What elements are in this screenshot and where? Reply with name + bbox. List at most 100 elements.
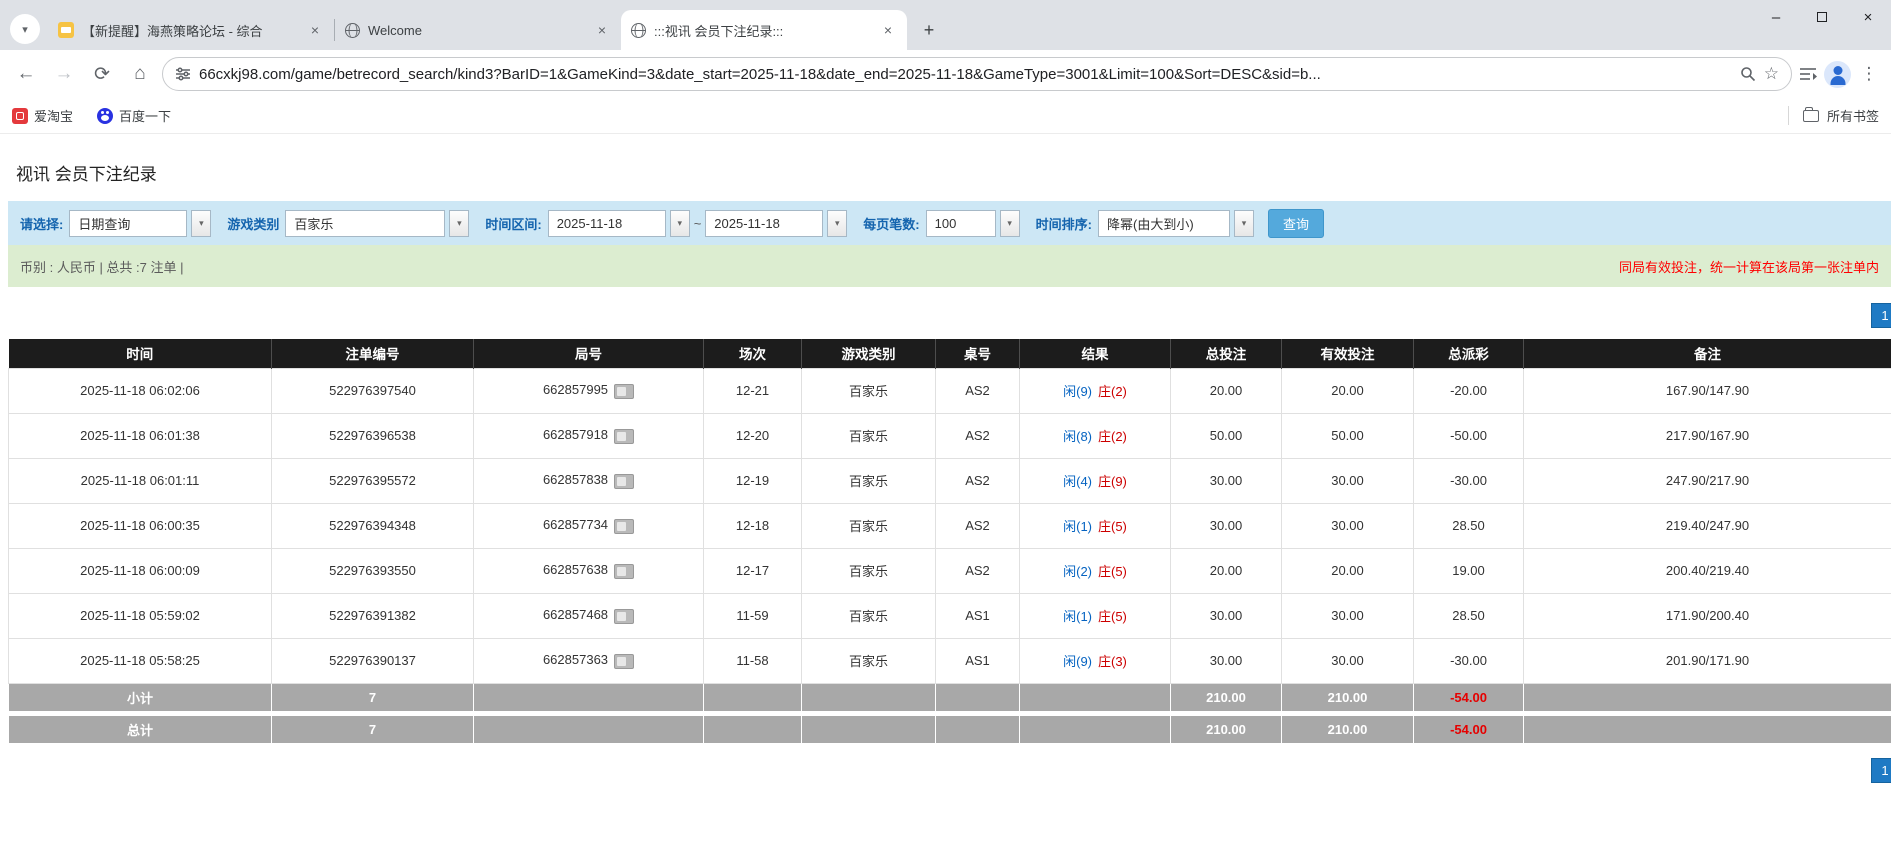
maximize-button[interactable]	[1799, 0, 1845, 34]
site-settings-icon[interactable]	[175, 66, 191, 82]
table-number: AS1	[935, 592, 1020, 639]
chevron-down-icon[interactable]: ▾	[449, 209, 470, 237]
bet-time: 2025-11-18 05:58:25	[8, 637, 272, 684]
query-type-select[interactable]: 日期查询 ▾	[69, 209, 212, 237]
maximize-icon	[1817, 12, 1827, 22]
subtotal-label: 小计	[8, 682, 272, 712]
result-cell: 闲(1) 庄(5)	[1019, 502, 1171, 549]
close-button[interactable]: ×	[1845, 0, 1891, 34]
col-result: 结果	[1019, 339, 1171, 368]
media-panel-icon[interactable]	[1798, 65, 1818, 83]
note: 247.90/217.90	[1523, 457, 1891, 504]
window-controls: – ×	[1753, 0, 1891, 34]
back-button[interactable]: ←	[10, 58, 42, 90]
total-bet-link[interactable]: 20.00	[1170, 547, 1282, 594]
browser-menu-icon[interactable]: ⋮	[1857, 64, 1881, 84]
table-row: 2025-11-18 06:01:11 522976395572 6628578…	[8, 457, 1891, 504]
col-bet-id: 注单编号	[271, 339, 474, 368]
video-replay-icon[interactable]	[614, 428, 635, 444]
all-bookmarks-button[interactable]: 所有书签	[1787, 106, 1879, 125]
video-replay-icon[interactable]	[614, 473, 635, 489]
video-replay-icon[interactable]	[614, 653, 635, 669]
game-type: 百家乐	[801, 412, 936, 459]
tab-search-button[interactable]: ▾	[10, 14, 40, 44]
tab-welcome[interactable]: Welcome ×	[335, 10, 621, 50]
game-type: 百家乐	[801, 367, 936, 414]
new-tab-button[interactable]: +	[915, 16, 943, 44]
session: 12-18	[703, 502, 802, 549]
game-type: 百家乐	[801, 502, 936, 549]
chevron-down-icon[interactable]: ▾	[827, 209, 848, 237]
note: 201.90/171.90	[1523, 637, 1891, 684]
video-replay-icon[interactable]	[614, 608, 635, 624]
bookmark-label: 百度一下	[119, 109, 172, 124]
round-id: 662857638	[542, 562, 609, 578]
note: 200.40/219.40	[1523, 547, 1891, 594]
page-1-button[interactable]: 1	[1871, 757, 1891, 783]
sort-select[interactable]: 降幂(由大到小) ▾	[1097, 209, 1254, 237]
tab-title: :::视讯 会员下注纪录:::	[654, 23, 784, 39]
profile-avatar[interactable]	[1824, 60, 1851, 88]
per-page-select[interactable]: 100 ▾	[925, 209, 1020, 237]
zoom-icon[interactable]	[1740, 66, 1756, 82]
tab-close-icon[interactable]: ×	[593, 21, 611, 39]
total-bet-link[interactable]: 30.00	[1170, 637, 1282, 684]
result-player: 闲(8)	[1063, 429, 1092, 444]
video-replay-icon[interactable]	[614, 563, 635, 579]
page-1-button[interactable]: 1	[1871, 303, 1891, 328]
chevron-down-icon[interactable]: ▾	[191, 209, 212, 237]
result-cell: 闲(9) 庄(2)	[1019, 367, 1171, 414]
valid-bet-notice: 同局有效投注，统一计算在该局第一张注单内	[1618, 259, 1879, 275]
minimize-button[interactable]: –	[1753, 0, 1799, 34]
table-row: 2025-11-18 06:00:09 522976393550 6628576…	[8, 547, 1891, 594]
round-id: 662857468	[542, 607, 609, 623]
col-payout: 总派彩	[1413, 339, 1524, 368]
tab-forum[interactable]: 【新提醒】海燕策略论坛 - 综合 ×	[48, 10, 334, 50]
table-number: AS1	[935, 637, 1020, 684]
address-bar[interactable]: 66cxkj98.com/game/betrecord_search/kind3…	[162, 57, 1792, 91]
per-page-value: 100	[925, 209, 996, 237]
note: 171.90/200.40	[1523, 592, 1891, 639]
col-total-bet: 总投注	[1170, 339, 1282, 368]
total-bet-link[interactable]: 30.00	[1170, 592, 1282, 639]
search-button[interactable]: 查询	[1267, 208, 1324, 238]
chevron-down-icon[interactable]: ▾	[669, 209, 690, 237]
chevron-down-icon[interactable]: ▾	[999, 209, 1020, 237]
total-bet-link[interactable]: 30.00	[1170, 457, 1282, 504]
bet-id: 522976396538	[271, 412, 474, 459]
game-type-label: 游戏类别	[227, 216, 280, 232]
total-bet-link[interactable]: 30.00	[1170, 502, 1282, 549]
table-number: AS2	[935, 412, 1020, 459]
currency-summary: 币别 : 人民币 | 总共 :7 注单 |	[20, 259, 184, 275]
total-bet-link[interactable]: 50.00	[1170, 412, 1282, 459]
url-text: 66cxkj98.com/game/betrecord_search/kind3…	[199, 65, 1321, 83]
date-start-select[interactable]: 2025-11-18 ▾	[547, 209, 690, 237]
sort-label: 时间排序:	[1035, 216, 1092, 232]
date-end-select[interactable]: 2025-11-18 ▾	[705, 209, 848, 237]
note: 217.90/167.90	[1523, 412, 1891, 459]
video-replay-icon[interactable]	[614, 518, 635, 534]
session: 12-19	[703, 457, 802, 504]
game-type-select[interactable]: 百家乐 ▾	[285, 209, 470, 237]
result-player: 闲(2)	[1063, 564, 1092, 579]
tab-close-icon[interactable]: ×	[879, 21, 897, 39]
tab-title: Welcome	[368, 22, 422, 38]
forward-button[interactable]: →	[48, 58, 80, 90]
video-replay-icon[interactable]	[614, 383, 635, 399]
bookmark-taobao[interactable]: 爱淘宝	[12, 106, 73, 125]
refresh-button[interactable]: ⟳	[86, 58, 118, 90]
baidu-icon	[97, 107, 114, 124]
total-bet-link[interactable]: 20.00	[1170, 367, 1282, 414]
home-button[interactable]: ⌂	[124, 58, 156, 90]
table-number: AS2	[935, 367, 1020, 414]
total-row: 总计 7 210.00 210.00 -54.00	[8, 714, 1891, 744]
tab-bet-records[interactable]: :::视讯 会员下注纪录::: ×	[621, 10, 907, 50]
note: 219.40/247.90	[1523, 502, 1891, 549]
query-type-label: 请选择:	[20, 216, 64, 232]
bookmark-star-icon[interactable]: ☆	[1764, 64, 1779, 84]
chevron-down-icon[interactable]: ▾	[1233, 209, 1254, 237]
subtotal-payout: -54.00	[1413, 682, 1524, 712]
tab-close-icon[interactable]: ×	[306, 21, 324, 39]
bet-time: 2025-11-18 06:00:35	[8, 502, 272, 549]
bookmark-baidu[interactable]: 百度一下	[97, 106, 171, 125]
